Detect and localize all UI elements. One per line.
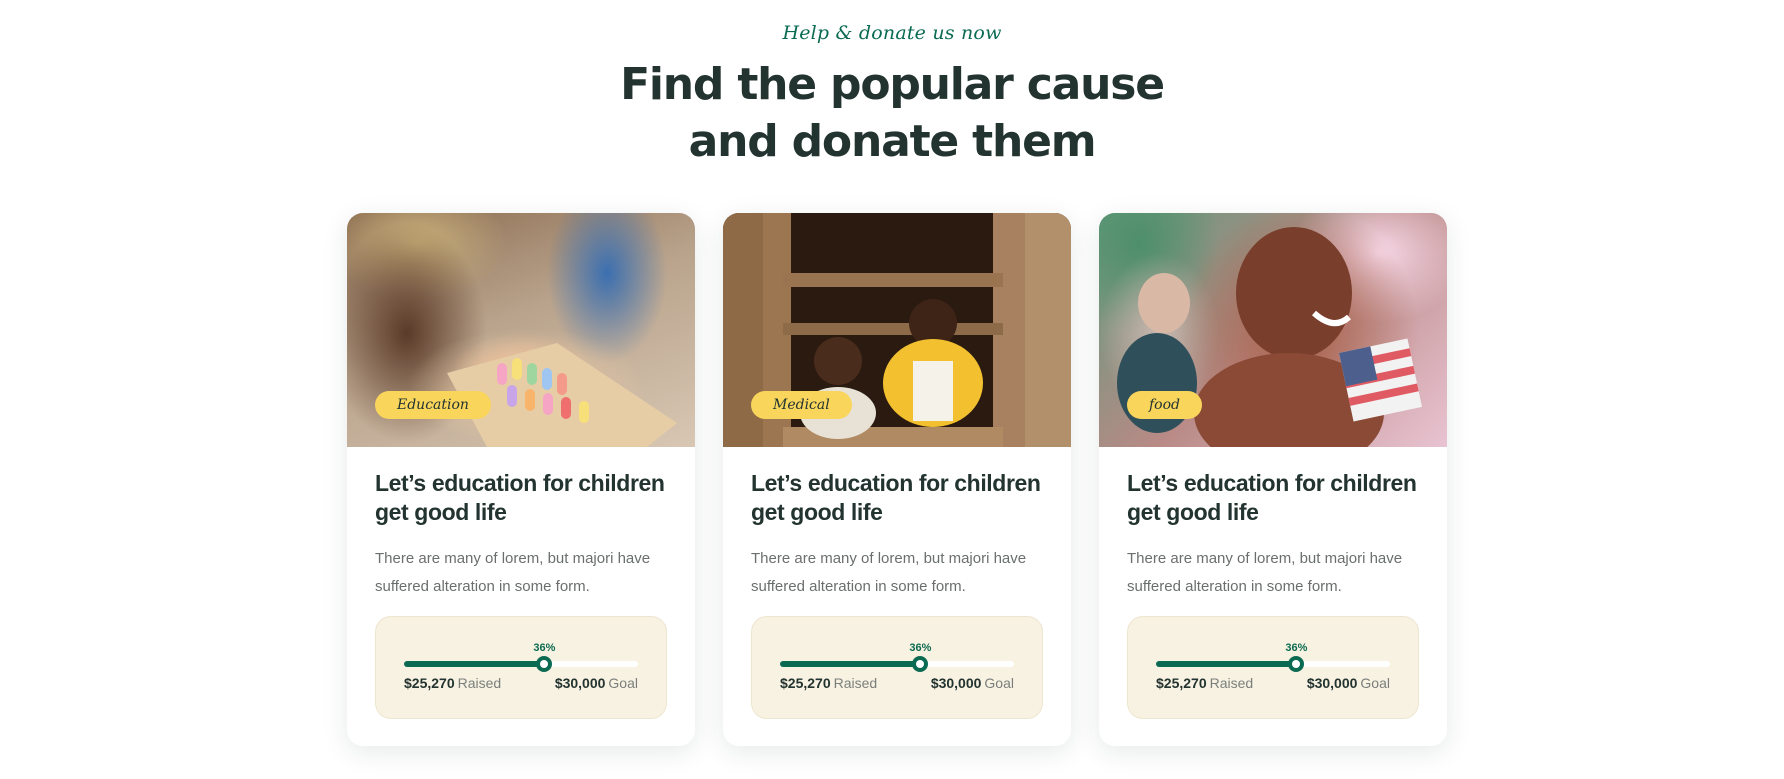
cause-description: There are many of lorem, but majori have… [375,550,651,595]
cause-image[interactable]: Education [347,213,695,447]
progress-fill [780,661,921,667]
goal-label: Goal [1360,675,1390,691]
raised-value: $25,270 [780,675,831,691]
progress-percent: 36% [1285,642,1308,654]
raised-value: $25,270 [404,675,455,691]
goal-amount: $30,000 Goal [1307,675,1390,691]
goal-value: $30,000 [554,675,606,691]
cause-image[interactable]: food [1099,213,1447,447]
raised-amount: $25,270 Raised [780,675,877,691]
goal-amount: $30,000 Goal [555,675,638,691]
section-tagline: Help & donate us now [782,22,1002,44]
cause-description: There are many of lorem, but majori have… [1127,550,1403,595]
goal-value: $30,000 [930,675,982,691]
progress-knob [1288,656,1305,672]
raised-label: Raised [457,675,502,691]
raised-label: Raised [833,675,878,691]
category-badge[interactable]: Education [375,391,491,419]
cause-card-food[interactable]: food Let’s education for children get go… [1099,213,1447,746]
category-badge[interactable]: food [1127,391,1203,419]
donation-progress: 36% $25,270 Raised $30,000 Goal [1127,616,1419,719]
category-badge[interactable]: Medical [751,391,852,419]
raised-amount: $25,270 Raised [404,675,501,691]
progress-fill [404,661,545,667]
progress-track [1156,656,1390,672]
cause-card-medical[interactable]: Medical Let’s education for children get… [723,213,1071,746]
cause-card-education[interactable]: Education Let’s education for children g… [347,213,695,746]
progress-track [780,656,1014,672]
progress-percent: 36% [909,642,932,654]
donation-progress: 36% $25,270 Raised $30,000 Goal [751,616,1043,719]
goal-label: Goal [608,675,638,691]
goal-label: Goal [984,675,1014,691]
cause-title[interactable]: Let’s education for children get good li… [1127,469,1419,527]
raised-label: Raised [1209,675,1254,691]
progress-percent: 36% [533,642,556,654]
section-title: Find the popular cause and donate them [0,56,1784,170]
cause-image[interactable]: Medical [723,213,1071,447]
progress-knob [536,656,553,672]
progress-fill [1156,661,1297,667]
section-title-line-2: and donate them [688,116,1097,167]
cause-title[interactable]: Let’s education for children get good li… [751,469,1043,527]
progress-track [404,656,638,672]
cause-description: There are many of lorem, but majori have… [751,550,1027,595]
goal-value: $30,000 [1306,675,1358,691]
raised-amount: $25,270 Raised [1156,675,1253,691]
goal-amount: $30,000 Goal [931,675,1014,691]
progress-knob [912,656,929,672]
donation-progress: 36% $25,270 Raised $30,000 Goal [375,616,667,719]
cause-title[interactable]: Let’s education for children get good li… [375,469,667,527]
section-title-line-1: Find the popular cause [620,59,1165,110]
raised-value: $25,270 [1156,675,1207,691]
